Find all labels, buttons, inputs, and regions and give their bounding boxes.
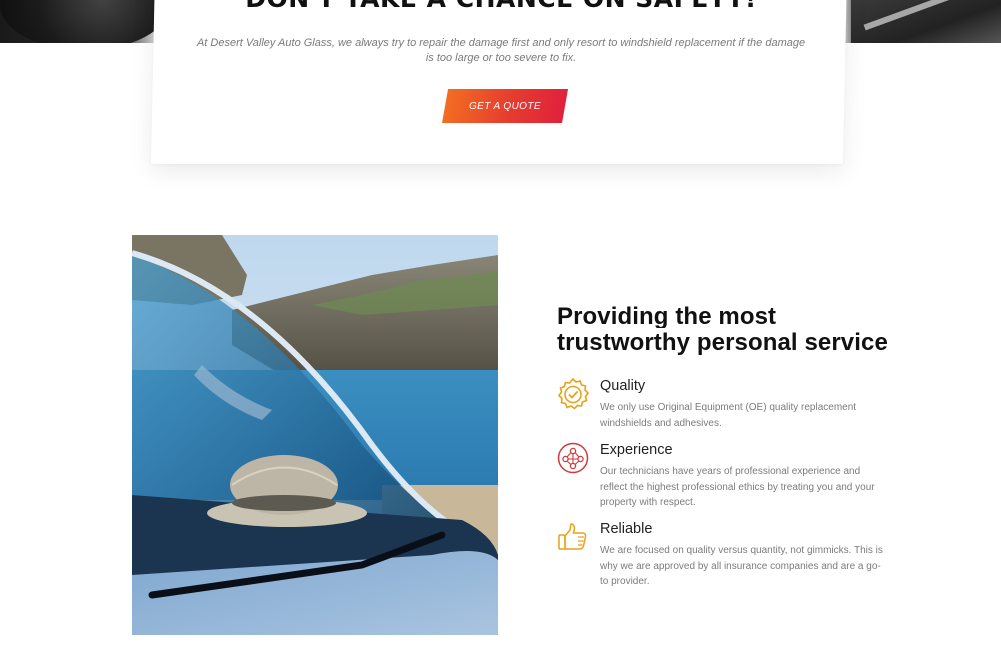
windshield-illustration: [132, 235, 498, 635]
heading-line-2: trustworthy personal service: [557, 329, 888, 356]
cta-description: At Desert Valley Auto Glass, we always t…: [196, 37, 806, 64]
windshield-hat-photo: [132, 235, 498, 635]
feature-title: Experience: [600, 442, 673, 458]
feature-title: Quality: [600, 378, 646, 394]
feature-description: We are focused on quality versus quantit…: [600, 545, 883, 587]
car-tire-image: [0, 0, 170, 43]
feature-description: Our technicians have years of profession…: [600, 466, 875, 508]
feature-description: We only use Original Equipment (OE) qual…: [600, 402, 857, 429]
team-network-icon: [557, 442, 589, 474]
badge-check-icon: [557, 377, 590, 410]
get-a-quote-label: GET A QUOTE: [469, 100, 542, 112]
heading-line-1: Providing the most: [557, 303, 777, 328]
section-heading: Providing the most trustworthy personal …: [557, 298, 897, 357]
cta-title: DON'T TAKE A CHANCE ON SAFETY!: [155, 0, 847, 13]
thumbs-up-icon: [557, 521, 589, 553]
feature-title: Reliable: [600, 521, 653, 537]
get-a-quote-button[interactable]: GET A QUOTE: [442, 89, 569, 123]
cta-card: DON'T TAKE A CHANCE ON SAFETY! At Desert…: [150, 0, 848, 164]
